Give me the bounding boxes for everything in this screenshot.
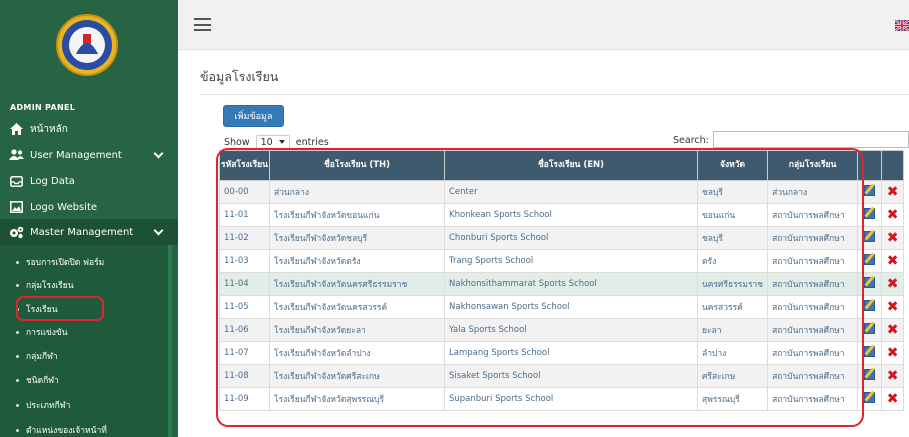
chevron-down-icon	[153, 148, 164, 159]
delete-icon[interactable]: ✖	[887, 299, 899, 315]
delete-cell: ✖	[881, 387, 905, 411]
submenu-label: ตำแหน่งของเจ้าหน้าที่	[26, 426, 107, 436]
top-bar	[178, 0, 909, 50]
delete-cell: ✖	[881, 180, 905, 204]
delete-cell: ✖	[881, 341, 905, 365]
show-label: Show	[224, 136, 250, 148]
delete-icon[interactable]: ✖	[887, 184, 899, 200]
submenu-form-rounds[interactable]: รอบการเปิดปิด ฟอร์ม	[16, 255, 104, 269]
nav-user-management[interactable]: User Management	[0, 142, 178, 168]
nav-master-management-label: Master Management	[30, 226, 134, 238]
delete-icon[interactable]: ✖	[887, 322, 899, 338]
caret-down-icon	[278, 140, 285, 144]
delete-cell: ✖	[881, 318, 905, 342]
table-highlight-annotation	[216, 148, 864, 427]
edit-icon[interactable]	[864, 231, 876, 242]
delete-icon[interactable]: ✖	[887, 391, 899, 407]
nav-logo-website-label: Logo Website	[30, 201, 98, 213]
active-item-highlight	[16, 296, 104, 321]
home-icon	[8, 122, 24, 136]
entries-label: entries	[295, 136, 329, 148]
bullet-icon	[16, 354, 19, 358]
page-length-select[interactable]: 10	[255, 135, 290, 149]
hamburger-icon[interactable]	[194, 18, 211, 31]
sidebar: ADMIN PANEL หน้าหลัก User Management Log…	[0, 0, 178, 437]
nav-log-data-label: Log Data	[30, 175, 75, 187]
search-input[interactable]	[713, 131, 909, 148]
submenu-label: รอบการเปิดปิด ฟอร์ม	[26, 258, 105, 268]
edit-icon[interactable]	[864, 254, 876, 265]
page-title: ข้อมูลโรงเรียน	[200, 69, 279, 84]
submenu-label: กลุ่มกีฬา	[26, 352, 58, 362]
delete-icon[interactable]: ✖	[887, 345, 899, 361]
search-label: Search:	[673, 135, 709, 146]
submenu-competitions[interactable]: การแข่งขัน	[16, 325, 68, 339]
cogs-icon	[8, 225, 24, 239]
nav-log-data[interactable]: Log Data	[0, 168, 178, 194]
submenu-sport-types[interactable]: ประเภทกีฬา	[16, 398, 70, 412]
image-icon	[8, 200, 24, 214]
users-icon	[8, 148, 24, 162]
col-header-delete	[881, 150, 905, 181]
inbox-icon	[8, 174, 24, 188]
divider	[200, 94, 909, 95]
submenu-label: ประเภทกีฬา	[26, 401, 71, 411]
submenu-school-groups[interactable]: กลุ่มโรงเรียน	[16, 278, 74, 292]
submenu-label: กลุ่มโรงเรียน	[26, 281, 74, 291]
master-submenu: รอบการเปิดปิด ฟอร์ม กลุ่มโรงเรียน โรงเรี…	[0, 245, 172, 437]
submenu-label: การแข่งขัน	[26, 328, 68, 338]
nav-user-management-label: User Management	[30, 149, 122, 161]
delete-icon[interactable]: ✖	[887, 368, 899, 384]
delete-cell: ✖	[881, 272, 905, 296]
page-length-value: 10	[260, 136, 273, 148]
edit-icon[interactable]	[864, 323, 876, 334]
edit-icon[interactable]	[864, 185, 876, 196]
delete-cell: ✖	[881, 364, 905, 388]
delete-cell: ✖	[881, 203, 905, 227]
edit-icon[interactable]	[864, 300, 876, 311]
submenu-sport-kinds[interactable]: ชนิดกีฬา	[16, 373, 59, 387]
bullet-icon	[16, 260, 19, 264]
submenu-sport-groups[interactable]: กลุ่มกีฬา	[16, 349, 58, 363]
delete-cell: ✖	[881, 226, 905, 250]
bullet-icon	[16, 330, 19, 334]
submenu-label: ชนิดกีฬา	[26, 376, 59, 386]
chevron-down-icon	[153, 225, 164, 236]
uk-flag-icon[interactable]	[894, 19, 909, 32]
delete-icon[interactable]: ✖	[887, 230, 899, 246]
edit-icon[interactable]	[864, 208, 876, 219]
edit-icon[interactable]	[864, 277, 876, 288]
delete-icon[interactable]: ✖	[887, 253, 899, 269]
bullet-icon	[16, 378, 19, 382]
edit-icon[interactable]	[864, 392, 876, 403]
logo-emblem	[56, 14, 118, 76]
nav-logo-website[interactable]: Logo Website	[0, 194, 178, 220]
delete-icon[interactable]: ✖	[887, 276, 899, 292]
submenu-staff-positions[interactable]: ตำแหน่งของเจ้าหน้าที่	[16, 423, 107, 437]
nav-home[interactable]: หน้าหลัก	[0, 116, 178, 142]
add-data-button[interactable]: เพิ่มข้อมูล	[223, 105, 284, 127]
page-length-control: Show 10 entries	[224, 135, 329, 149]
nav-master-management[interactable]: Master Management	[0, 219, 178, 245]
edit-icon[interactable]	[864, 369, 876, 380]
nav-home-label: หน้าหลัก	[30, 123, 68, 135]
bullet-icon	[16, 403, 19, 407]
edit-icon[interactable]	[864, 346, 876, 357]
bullet-icon	[16, 283, 19, 287]
admin-panel-title: ADMIN PANEL	[10, 103, 76, 112]
delete-icon[interactable]: ✖	[887, 207, 899, 223]
delete-cell: ✖	[881, 295, 905, 319]
bullet-icon	[16, 428, 19, 432]
delete-cell: ✖	[881, 249, 905, 273]
